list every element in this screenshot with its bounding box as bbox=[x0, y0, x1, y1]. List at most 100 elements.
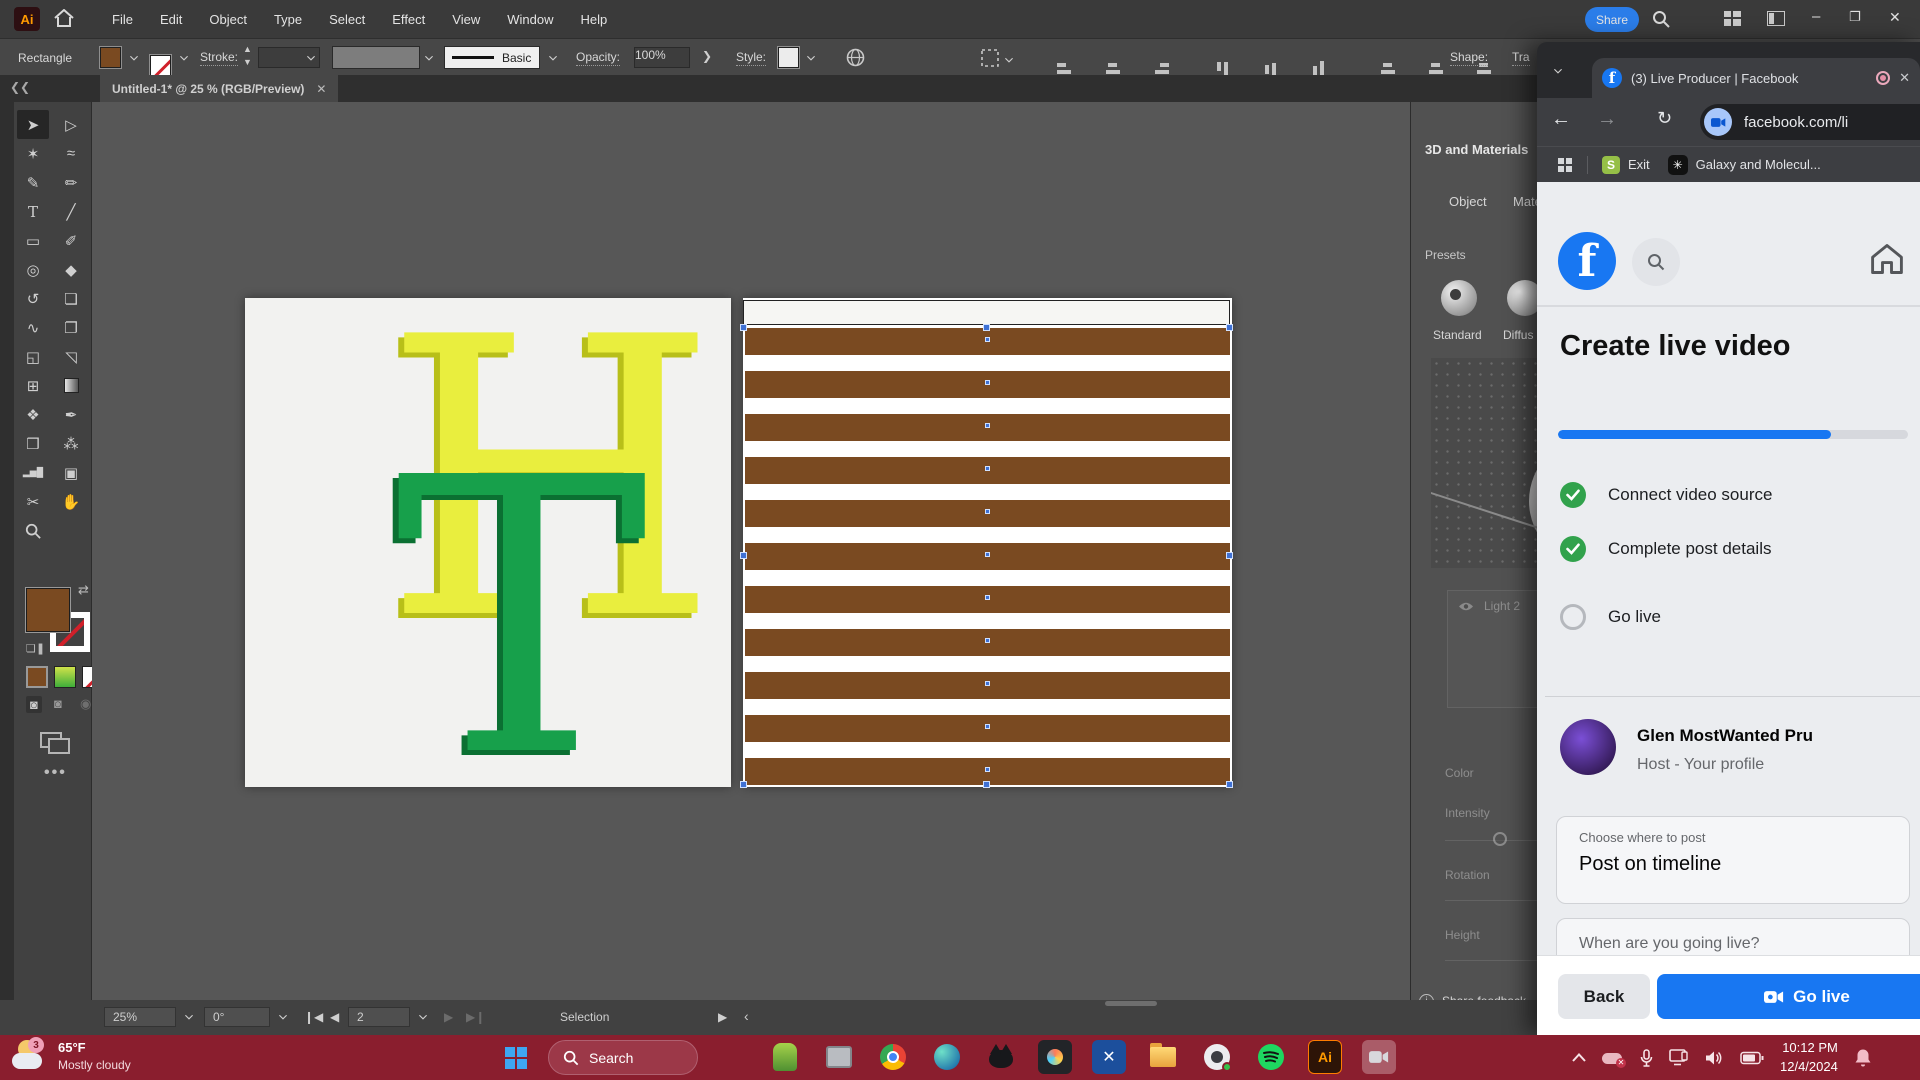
curvature-tool[interactable]: ✏ bbox=[55, 168, 87, 197]
page-search-button[interactable] bbox=[1632, 238, 1680, 286]
step-go-live[interactable]: Go live bbox=[1560, 604, 1910, 630]
color-button[interactable] bbox=[26, 666, 48, 688]
tray-expand-chevron-icon[interactable] bbox=[1572, 1053, 1586, 1062]
rotation-chevron-icon[interactable] bbox=[278, 1014, 288, 1020]
taskbar-icon-blue-x-app[interactable]: ✕ bbox=[1092, 1040, 1126, 1074]
home-nav-icon[interactable] bbox=[1869, 242, 1905, 276]
apps-grid-icon[interactable] bbox=[1557, 157, 1573, 173]
menu-file[interactable]: File bbox=[112, 12, 133, 27]
align-left-icon[interactable] bbox=[1056, 61, 1074, 76]
zoom-level-field[interactable]: 25% bbox=[104, 1007, 176, 1027]
selection-handle[interactable] bbox=[983, 781, 990, 788]
type-tool[interactable]: T bbox=[17, 197, 49, 226]
selection-tool[interactable]: ➤ bbox=[17, 110, 49, 139]
draw-normal-mode-icon[interactable]: ◙ bbox=[26, 696, 42, 713]
selection-handle[interactable] bbox=[983, 324, 990, 331]
selection-handle[interactable] bbox=[740, 324, 747, 331]
distribute-vcenter-icon[interactable] bbox=[1427, 61, 1445, 76]
illustrator-logo-icon[interactable]: Ai bbox=[14, 7, 40, 31]
align-bottom-icon[interactable] bbox=[1311, 61, 1329, 76]
style-chevron-icon[interactable] bbox=[806, 55, 816, 61]
bookmark-exit[interactable]: Exit bbox=[1628, 157, 1650, 172]
free-transform-tool[interactable]: ❐ bbox=[55, 313, 87, 342]
taskbar-icon-spotify[interactable] bbox=[1254, 1040, 1288, 1074]
direct-selection-tool[interactable]: ▷ bbox=[55, 110, 87, 139]
eraser-tool[interactable]: ◆ bbox=[55, 255, 87, 284]
shape-label[interactable]: Shape: bbox=[1450, 50, 1488, 66]
width-profile-chevron-icon[interactable] bbox=[424, 55, 434, 61]
document-tab-close-icon[interactable]: ✕ bbox=[316, 82, 326, 96]
taskbar-icon-file-explorer[interactable] bbox=[1146, 1040, 1180, 1074]
draw-inside-mode-icon[interactable]: ◉ bbox=[80, 696, 91, 712]
horizontal-scrollbar[interactable] bbox=[1105, 1001, 1157, 1006]
opacity-field[interactable]: 100% bbox=[634, 47, 690, 68]
menu-type[interactable]: Type bbox=[274, 12, 302, 27]
search-icon[interactable] bbox=[1652, 10, 1670, 28]
onedrive-offline-icon[interactable]: ✕ bbox=[1602, 1051, 1624, 1065]
selection-handle[interactable] bbox=[1226, 552, 1233, 559]
post-destination-card[interactable]: Choose where to post Post on timeline bbox=[1556, 816, 1910, 904]
weather-widget[interactable]: 3 65°F Mostly cloudy bbox=[10, 1037, 131, 1075]
fill-color-well[interactable] bbox=[26, 588, 70, 632]
zoom-tool[interactable] bbox=[17, 516, 49, 545]
opacity-label[interactable]: Opacity: bbox=[576, 50, 620, 66]
align-right-icon[interactable] bbox=[1152, 61, 1170, 76]
edit-toolbar-ellipsis-icon[interactable]: ••• bbox=[44, 764, 67, 782]
selection-handle[interactable] bbox=[1226, 324, 1233, 331]
tray-clock[interactable]: 10:12 PM 12/4/2024 bbox=[1780, 1039, 1838, 1075]
align-center-icon[interactable] bbox=[1104, 61, 1122, 76]
artboard-2[interactable] bbox=[743, 298, 1232, 787]
taskbar-icon-obs[interactable] bbox=[1200, 1040, 1234, 1074]
scale-tool[interactable]: ❏ bbox=[55, 284, 87, 313]
step-connect-video-source[interactable]: Connect video source bbox=[1560, 482, 1910, 508]
battery-icon[interactable] bbox=[1740, 1051, 1764, 1065]
visibility-eye-icon[interactable] bbox=[1458, 601, 1474, 612]
artboard-1[interactable]: H H T T bbox=[245, 298, 731, 787]
brush-chevron-icon[interactable] bbox=[548, 55, 558, 61]
bookmark-galaxy[interactable]: Galaxy and Molecul... bbox=[1696, 157, 1821, 172]
striped-rectangle-selection[interactable] bbox=[745, 328, 1230, 786]
symbol-sprayer-tool[interactable]: ⁂ bbox=[55, 429, 87, 458]
next-artboard-icon[interactable]: ▶ bbox=[444, 1010, 453, 1024]
artboard-chevron-icon[interactable] bbox=[418, 1014, 428, 1020]
go-live-button[interactable]: Go live bbox=[1657, 974, 1920, 1019]
hand-tool[interactable]: ✋ bbox=[55, 487, 87, 516]
taskbar-icon-chrome[interactable] bbox=[876, 1040, 910, 1074]
stroke-weight-chevron-icon[interactable] bbox=[306, 55, 316, 61]
document-tab[interactable]: Untitled-1* @ 25 % (RGB/Preview) ✕ bbox=[100, 75, 338, 102]
selection-handle[interactable] bbox=[740, 552, 747, 559]
fill-chevron-icon[interactable] bbox=[129, 55, 139, 61]
taskbar-search[interactable]: Search bbox=[548, 1040, 698, 1075]
menu-view[interactable]: View bbox=[452, 12, 480, 27]
menu-object[interactable]: Object bbox=[209, 12, 247, 27]
align-vcenter-icon[interactable] bbox=[1263, 61, 1281, 76]
zoom-chevron-icon[interactable] bbox=[184, 1014, 194, 1020]
menu-window[interactable]: Window bbox=[507, 12, 553, 27]
schedule-card[interactable]: When are you going live? bbox=[1556, 918, 1910, 955]
taskbar-icon-cat-app[interactable] bbox=[984, 1040, 1018, 1074]
stroke-chevron-icon[interactable] bbox=[179, 55, 189, 61]
symbols-tool[interactable]: ❒ bbox=[17, 429, 49, 458]
style-swatch[interactable] bbox=[778, 47, 799, 68]
rotate-tool[interactable]: ↺ bbox=[17, 284, 49, 313]
tab-object[interactable]: Object bbox=[1449, 194, 1487, 209]
width-tool[interactable]: ∿ bbox=[17, 313, 49, 342]
back-icon[interactable]: ← bbox=[1551, 108, 1571, 131]
document-setup-globe-icon[interactable] bbox=[846, 48, 865, 67]
start-button[interactable] bbox=[505, 1047, 527, 1069]
taskbar-icon-davinci-resolve[interactable] bbox=[1038, 1040, 1072, 1074]
distribute-top-icon[interactable] bbox=[1379, 61, 1397, 76]
stroke-color-swatch[interactable] bbox=[150, 55, 171, 76]
swap-fill-stroke-icon[interactable]: ⇄ bbox=[78, 582, 89, 598]
stroke-stepper[interactable]: ▲▼ bbox=[243, 43, 252, 68]
selection-handle[interactable] bbox=[740, 781, 747, 788]
default-fill-stroke-icon[interactable]: ❏❚ bbox=[26, 642, 45, 655]
last-artboard-icon[interactable]: ▶❙ bbox=[466, 1010, 485, 1024]
brush-definition[interactable]: Basic bbox=[444, 46, 540, 69]
lasso-tool[interactable]: ≈ bbox=[55, 139, 87, 168]
previous-artboard-icon[interactable]: ◀ bbox=[330, 1010, 339, 1024]
shape-builder-tool[interactable]: ◱ bbox=[17, 342, 49, 371]
taskbar-icon-edge[interactable] bbox=[930, 1040, 964, 1074]
camera-tab-icon[interactable] bbox=[1704, 108, 1732, 136]
taskbar-icon-window-app[interactable] bbox=[822, 1040, 856, 1074]
